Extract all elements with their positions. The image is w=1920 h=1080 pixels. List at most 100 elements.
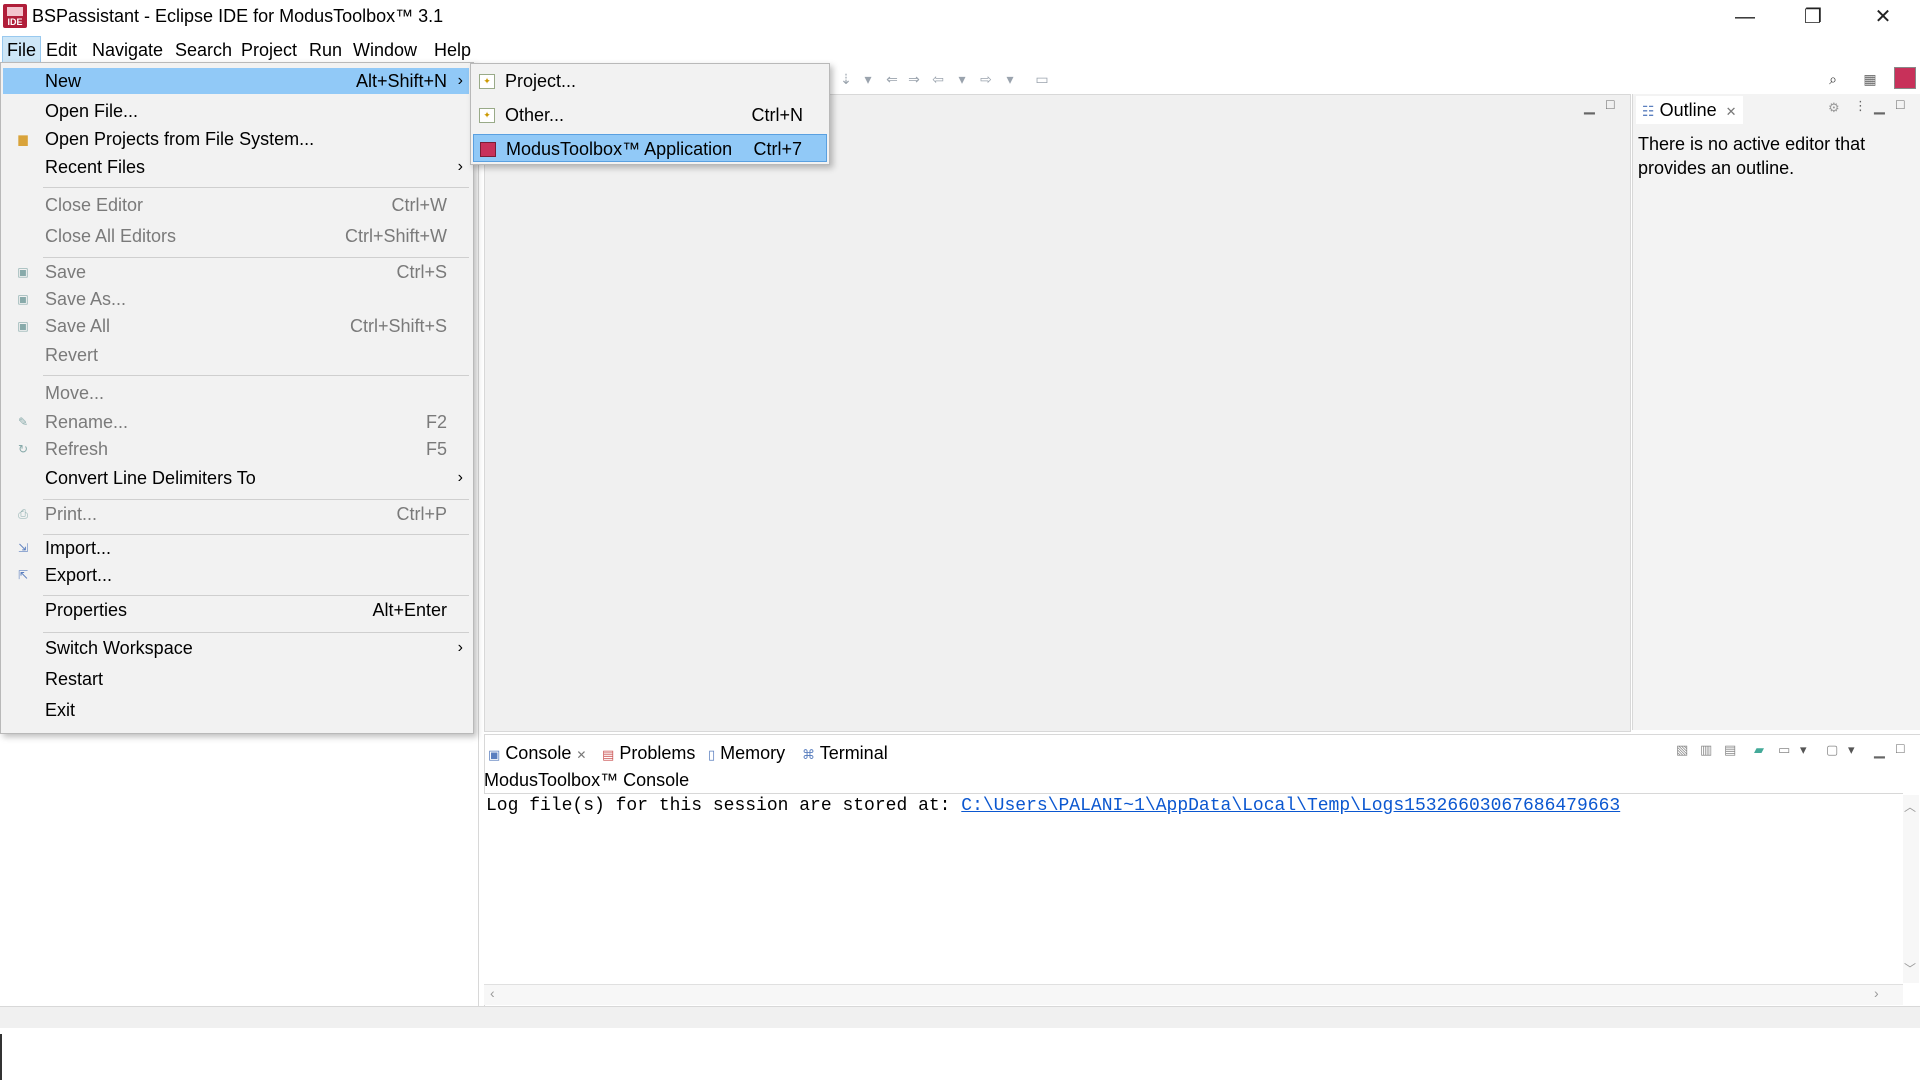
chevron-down-icon[interactable]: ▾: [1002, 71, 1018, 87]
menu-item-label: Export...: [45, 565, 113, 585]
maximize-icon[interactable]: □: [1896, 96, 1904, 112]
menu-item-open-file[interactable]: Open File...: [3, 98, 469, 124]
menu-item-revert[interactable]: Revert: [3, 342, 469, 368]
menu-item-properties[interactable]: Properties Alt+Enter: [3, 597, 469, 623]
view-menu-icon[interactable]: ⋮: [1854, 98, 1867, 114]
minimize-icon[interactable]: ▁: [1874, 98, 1885, 115]
menu-item-move[interactable]: Move...: [3, 380, 469, 406]
minimize-icon[interactable]: ▁: [1584, 98, 1595, 115]
chevron-right-icon: ›: [457, 158, 463, 175]
menu-item-label: Move...: [45, 383, 105, 403]
minimize-icon[interactable]: ▁: [1874, 742, 1885, 759]
menu-run[interactable]: Run: [309, 37, 342, 63]
close-button[interactable]: ✕: [1848, 0, 1918, 34]
menu-item-close-all-editors[interactable]: Close All Editors Ctrl+Shift+W: [3, 223, 469, 249]
menu-item-open-projects[interactable]: ▆ Open Projects from File System...: [3, 126, 469, 152]
menu-item-save[interactable]: ▣ Save Ctrl+S: [3, 259, 469, 285]
chevron-down-icon[interactable]: ▾: [954, 71, 970, 87]
menu-item-restart[interactable]: Restart: [3, 666, 469, 692]
menu-item-close-editor[interactable]: Close Editor Ctrl+W: [3, 192, 469, 218]
menu-item-save-as[interactable]: ▣ Save As...: [3, 286, 469, 312]
tab-memory-label: Memory: [720, 743, 786, 763]
back-arrow-icon[interactable]: ⇦: [930, 71, 946, 87]
close-icon[interactable]: ✕: [1726, 104, 1737, 119]
next-edit-icon[interactable]: ⇒: [906, 71, 922, 87]
chevron-down-icon[interactable]: ▾: [1800, 742, 1807, 758]
menu-window[interactable]: Window: [353, 37, 417, 63]
submenu-item-shortcut: Ctrl+7: [753, 139, 802, 159]
menu-help[interactable]: Help: [434, 37, 471, 63]
scroll-right-icon[interactable]: ›: [1874, 985, 1879, 1001]
word-wrap-icon[interactable]: ▤: [1724, 742, 1736, 758]
menu-item-export[interactable]: ⇱ Export...: [3, 562, 469, 588]
open-console-icon[interactable]: ▢: [1826, 742, 1838, 758]
tab-memory[interactable]: ▯ Memory: [708, 740, 785, 766]
console-icon: ▣: [488, 747, 501, 762]
menu-separator: [43, 595, 469, 596]
open-perspective-icon[interactable]: ▦: [1862, 71, 1878, 87]
app-icon: IDE: [3, 4, 27, 28]
submenu-item-project[interactable]: ✦ Project...: [473, 67, 827, 95]
outline-view: [1632, 94, 1920, 730]
scroll-up-icon[interactable]: ︿: [1904, 798, 1916, 815]
menu-file[interactable]: File: [2, 36, 42, 64]
menu-item-switch-workspace[interactable]: Switch Workspace ›: [3, 635, 469, 661]
prev-edit-icon[interactable]: ⇐: [884, 71, 900, 87]
menu-item-shortcut: Ctrl+S: [396, 262, 447, 282]
chevron-down-icon[interactable]: ▾: [1848, 742, 1855, 758]
menu-item-exit[interactable]: Exit: [3, 697, 469, 723]
menu-search[interactable]: Search: [175, 37, 232, 63]
tab-outline[interactable]: ☷ Outline ✕: [1636, 96, 1743, 124]
menu-edit[interactable]: Edit: [46, 37, 77, 63]
filter-icon[interactable]: ⚙: [1828, 100, 1840, 116]
rename-icon: ✎: [17, 415, 29, 429]
tab-problems[interactable]: ▤ Problems: [602, 740, 695, 766]
menu-project[interactable]: Project: [241, 37, 297, 63]
forward-arrow-icon[interactable]: ⇨: [978, 71, 994, 87]
refresh-icon: ↻: [17, 442, 29, 456]
menu-item-refresh[interactable]: ↻ Refresh F5: [3, 436, 469, 462]
submenu-item-other[interactable]: ✦ Other... Ctrl+N: [473, 101, 827, 129]
menu-item-label: Save: [45, 262, 87, 282]
menu-item-recent-files[interactable]: Recent Files ›: [3, 154, 469, 180]
new-submenu: ✦ Project... ✦ Other... Ctrl+N ModusTool…: [470, 63, 830, 165]
scroll-down-icon[interactable]: ﹀: [1904, 960, 1916, 977]
menu-item-new[interactable]: New Alt+Shift+N ›: [3, 68, 469, 94]
log-path-link[interactable]: C:\Users\PALANI~1\AppData\Local\Temp\Log…: [961, 796, 1620, 816]
submenu-item-modustoolbox-application[interactable]: ModusToolbox™ Application Ctrl+7: [473, 134, 827, 162]
outline-icon: ☷: [1642, 103, 1655, 119]
menu-separator: [43, 257, 469, 258]
console-vertical-scrollbar[interactable]: [1903, 795, 1919, 983]
scroll-left-icon[interactable]: ‹: [490, 985, 495, 1001]
pin-editor-icon[interactable]: ▭: [1034, 71, 1050, 87]
scroll-lock-icon[interactable]: ▥: [1700, 742, 1712, 758]
menu-item-label: Revert: [45, 345, 99, 365]
menu-item-save-all[interactable]: ▣ Save All Ctrl+Shift+S: [3, 313, 469, 339]
menu-item-convert-line-delimiters[interactable]: Convert Line Delimiters To ›: [3, 465, 469, 491]
maximize-icon[interactable]: □: [1896, 740, 1904, 756]
pin-console-icon[interactable]: ▰: [1754, 742, 1764, 758]
maximize-icon[interactable]: □: [1606, 96, 1614, 112]
menu-separator: [43, 187, 469, 188]
minimize-button[interactable]: —: [1710, 0, 1780, 34]
close-icon[interactable]: ✕: [576, 748, 586, 762]
clear-console-icon[interactable]: ▧: [1676, 742, 1688, 758]
chevron-right-icon: ›: [457, 469, 463, 486]
menu-item-label: Open File...: [45, 101, 139, 121]
menu-navigate[interactable]: Navigate: [92, 37, 163, 63]
submenu-item-label: Other...: [505, 105, 565, 125]
search-icon[interactable]: ⌕: [1825, 71, 1841, 87]
menu-item-print[interactable]: ⎙ Print... Ctrl+P: [3, 501, 469, 527]
chevron-down-icon[interactable]: ▾: [860, 71, 876, 87]
perspective-icon[interactable]: [1894, 67, 1916, 89]
menu-item-rename[interactable]: ✎ Rename... F2: [3, 409, 469, 435]
menu-item-import[interactable]: ⇲ Import...: [3, 535, 469, 561]
menu-item-shortcut: Ctrl+P: [396, 504, 447, 524]
display-console-icon[interactable]: ▭: [1778, 742, 1790, 758]
tab-console[interactable]: ▣ Console ✕: [488, 740, 587, 766]
console-horizontal-scrollbar[interactable]: [484, 984, 1903, 1005]
tab-terminal[interactable]: ⌘ Terminal: [802, 740, 888, 766]
restore-button[interactable]: ❐: [1778, 0, 1848, 34]
menu-item-shortcut: F5: [425, 439, 447, 459]
toolbar-step-icon[interactable]: ⇣: [838, 71, 854, 87]
